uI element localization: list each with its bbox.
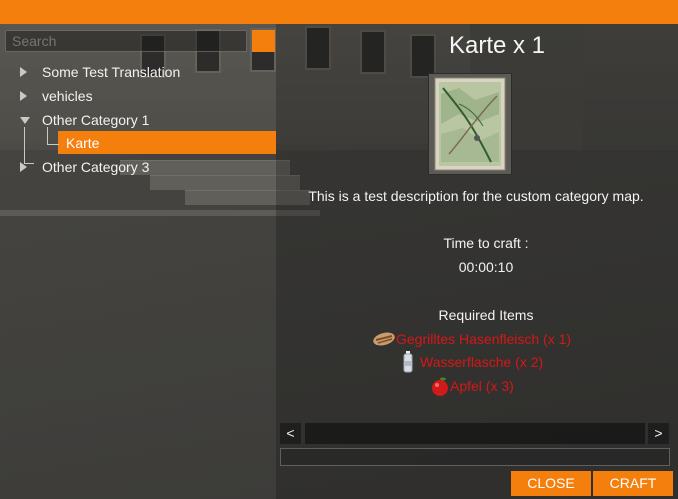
scroll-left-button[interactable]: < bbox=[280, 423, 301, 444]
tree-item-karte[interactable]: Karte bbox=[58, 132, 276, 154]
scroll-track[interactable] bbox=[305, 423, 645, 444]
search-button[interactable] bbox=[252, 30, 275, 52]
tree-item-some-test-translation[interactable]: Some Test Translation bbox=[20, 61, 276, 83]
water-bottle-icon bbox=[402, 351, 414, 379]
tree-item-label: Some Test Translation bbox=[42, 64, 181, 80]
time-to-craft-label: Time to craft : bbox=[443, 235, 529, 251]
required-item-label: Wasserflasche (x 2) bbox=[420, 354, 544, 370]
grilled-meat-icon bbox=[372, 330, 396, 354]
map-item-icon bbox=[428, 73, 512, 175]
required-item-label: Gegrilltes Hasenfleisch (x 1) bbox=[396, 331, 572, 347]
required-items-title: Required Items bbox=[438, 307, 534, 323]
tree-item-label: vehicles bbox=[42, 88, 93, 104]
scroll-right-button[interactable]: > bbox=[648, 423, 669, 444]
expand-arrow-icon[interactable] bbox=[20, 67, 27, 77]
craft-button[interactable]: CRAFT bbox=[593, 471, 673, 496]
tree-item-other-category-3[interactable]: Other Category 3 bbox=[20, 156, 276, 178]
search-input[interactable] bbox=[5, 30, 247, 52]
tree-item-label: Karte bbox=[66, 135, 100, 151]
apple-icon bbox=[430, 375, 450, 402]
quantity-field[interactable] bbox=[280, 448, 670, 466]
time-to-craft-value: 00:00:10 bbox=[458, 259, 514, 275]
item-description: This is a test description for the custo… bbox=[308, 188, 644, 204]
expand-arrow-icon[interactable] bbox=[20, 91, 27, 101]
tree-item-label: Other Category 3 bbox=[42, 159, 150, 175]
required-item-label: Apfel (x 3) bbox=[450, 378, 514, 394]
tree-item-other-category-1[interactable]: Other Category 1 bbox=[20, 109, 276, 131]
item-title: Karte x 1 bbox=[448, 32, 546, 59]
close-button[interactable]: CLOSE bbox=[511, 471, 591, 496]
collapse-arrow-icon[interactable] bbox=[20, 117, 30, 124]
expand-arrow-icon[interactable] bbox=[20, 162, 27, 172]
tree-item-label: Other Category 1 bbox=[42, 112, 150, 128]
tree-item-vehicles[interactable]: vehicles bbox=[20, 85, 276, 107]
top-bar bbox=[0, 0, 678, 24]
